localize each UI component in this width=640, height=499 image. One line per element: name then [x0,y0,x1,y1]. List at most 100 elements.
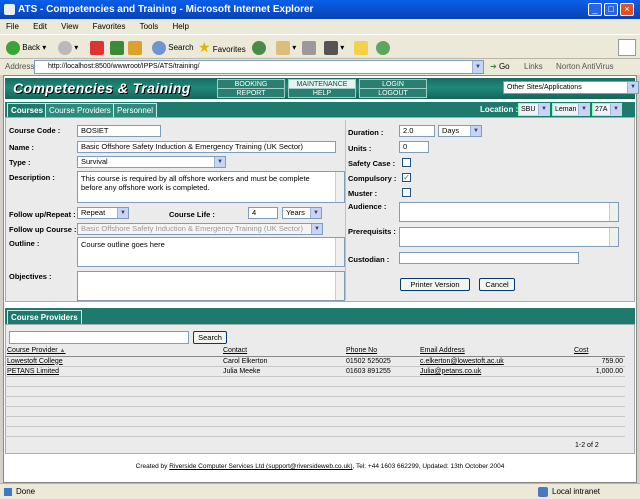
followup-course-label: Follow up Course : [9,225,77,234]
intranet-icon [538,487,548,497]
address-input[interactable]: http://localhost:8500/wwwroot/IPPS/ATS/t… [34,60,484,74]
norton-antivirus-button[interactable]: Norton AntiVirus [556,59,614,75]
objectives-textarea[interactable] [77,271,345,301]
column-divider [345,120,346,300]
name-input[interactable]: Basic Offshore Safety Induction & Emerge… [77,141,336,153]
tab-course-providers[interactable]: Course Providers [45,103,115,117]
refresh-button[interactable] [110,39,124,56]
menu-view[interactable]: View [61,22,78,31]
followup-repeat-select[interactable]: Repeat ▼ [77,207,129,219]
cancel-button[interactable]: Cancel [479,278,515,291]
col-course-provider[interactable]: Course Provider ▲ [5,346,221,357]
home-button[interactable] [128,39,142,56]
menu-edit[interactable]: Edit [33,22,47,31]
scrollbar[interactable] [335,172,344,202]
history-icon [252,40,266,55]
audience-textarea[interactable] [399,202,619,222]
menu-help[interactable]: Help [173,22,189,31]
location-site-select[interactable]: Leman ▼ [552,103,590,116]
custodian-input[interactable] [399,252,579,264]
course-life-input[interactable]: 4 [248,207,278,219]
units-input[interactable]: 0 [399,141,429,153]
prerequisites-textarea[interactable] [399,227,619,247]
scrollbar[interactable] [335,238,344,266]
empty-row [5,386,625,397]
edit-button[interactable]: ▾ [324,39,344,56]
company-link[interactable]: Riverside Computer Services Ltd (support… [169,463,352,470]
stop-button[interactable] [90,39,104,56]
safety-case-checkbox[interactable] [402,158,411,167]
minimize-icon[interactable]: _ [588,3,602,16]
location-label: Location : [480,105,519,114]
window-title: ATS - Competencies and Training - Micros… [18,4,314,15]
location-area-select[interactable]: 27A ▼ [592,103,622,116]
name-label: Name : [9,143,35,152]
course-code-input[interactable]: BOSIET [77,125,161,137]
discuss-icon [354,40,368,55]
links-label[interactable]: Links [524,59,543,75]
tab-providers[interactable]: Course Providers [7,310,82,324]
scrollbar[interactable] [609,203,618,221]
provider-search-input[interactable] [9,331,189,344]
forward-button[interactable]: ▾ [58,39,78,56]
outline-label: Outline : [9,239,40,248]
col-contact[interactable]: Contact [221,346,344,357]
menu-favorites[interactable]: Favorites [93,22,126,31]
search-icon [152,40,166,55]
discuss-button[interactable] [354,39,368,56]
col-email[interactable]: Email Address [418,346,572,357]
favorites-button[interactable]: ★ Favorites [198,39,246,56]
table-row: PETANS Limited Julia Meeke 01603 891255 … [5,366,625,377]
muster-checkbox[interactable] [402,188,411,197]
provider-email[interactable]: Julia@petans.co.uk [418,366,572,377]
provider-email[interactable]: c.elkerton@lowestoft.ac.uk [418,356,572,367]
nav-report[interactable]: REPORT [217,88,285,98]
menu-file[interactable]: File [6,22,19,31]
menu-tools[interactable]: Tools [140,22,159,31]
chevron-down-icon: ▼ [310,208,321,218]
description-textarea[interactable]: This course is required by all offshore … [77,171,345,203]
stop-icon [90,40,104,55]
course-life-unit-select[interactable]: Years ▼ [282,207,322,219]
provider-name[interactable]: Lowestoft College [5,356,221,367]
provider-name[interactable]: PETANS Limited [5,366,221,377]
provider-cost: 759.00 [572,356,625,367]
provider-cost: 1,000.00 [572,366,625,377]
search-button[interactable]: Search [193,331,227,344]
search-button[interactable]: Search [152,39,194,56]
print-button[interactable] [302,39,316,56]
go-button[interactable]: ➔ Go [490,59,510,75]
outline-textarea[interactable]: Course outline goes here [77,237,345,267]
messenger-icon [376,40,390,55]
chevron-down-icon: ▼ [610,104,621,115]
type-select[interactable]: Survival ▼ [77,156,226,168]
tab-personnel[interactable]: Personnel [113,103,158,117]
followup-course-select[interactable]: Basic Offshore Safety Induction & Emerge… [77,223,323,235]
messenger-button[interactable] [376,39,390,56]
compulsory-label: Compulsory : [348,174,397,183]
location-sbu-select[interactable]: SBU ▼ [518,103,550,116]
duration-input[interactable]: 2.0 [399,125,435,137]
type-label: Type : [9,158,31,167]
col-phone[interactable]: Phone No [344,346,418,357]
scrollbar[interactable] [609,228,618,246]
back-button[interactable]: Back ▾ [6,39,46,56]
close-icon[interactable]: × [620,3,634,16]
course-code-label: Course Code : [9,126,61,135]
history-button[interactable] [252,39,266,56]
mail-button[interactable]: ▾ [276,39,296,56]
provider-contact: Julia Meeke [221,366,344,377]
printer-version-button[interactable]: Printer Version [400,278,470,291]
nav-logout[interactable]: LOGOUT [359,88,427,98]
col-cost[interactable]: Cost [572,346,625,357]
address-bar: Address http://localhost:8500/wwwroot/IP… [0,59,640,75]
nav-help[interactable]: HELP [288,88,356,98]
scrollbar[interactable] [335,272,344,300]
custodian-label: Custodian : [348,255,390,264]
duration-unit-select[interactable]: Days ▼ [438,125,482,137]
maximize-icon[interactable]: □ [604,3,618,16]
chevron-down-icon[interactable]: ▼ [472,61,483,73]
compulsory-checkbox[interactable]: ✓ [402,173,411,182]
other-sites-select[interactable]: Other Sites/Applications ▼ [503,81,639,94]
tab-courses[interactable]: Courses [7,103,48,117]
